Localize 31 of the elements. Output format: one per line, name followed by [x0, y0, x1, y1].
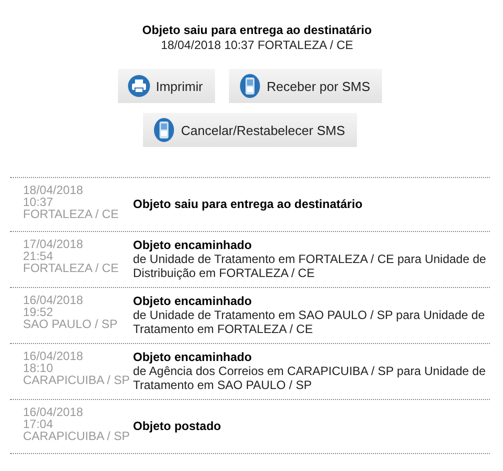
- event-title: Objeto encaminhado: [133, 238, 253, 252]
- sms-button[interactable]: Receber por SMS: [228, 69, 382, 103]
- event-title: Objeto encaminhado: [133, 350, 253, 364]
- event-location: CARAPICUIBA / SP: [23, 374, 131, 386]
- event-title: Objeto saiu para entrega ao destinatário: [133, 197, 362, 211]
- event-detail: de Unidade de Tratamento em SAO PAULO / SP para Unidade de Tratamento em FORTALEZA / CE: [133, 308, 486, 336]
- event-date: 16/04/2018: [23, 350, 84, 362]
- event-date: 17/04/2018: [23, 238, 84, 250]
- event-time: 17:04: [23, 418, 54, 430]
- phone-icon: [152, 118, 175, 142]
- event-time: 18:10: [23, 362, 54, 374]
- event-detail: de Unidade de Tratamento em FORTALEZA / CE para Unidade de Distribuição em FORTALEZA / CE: [133, 252, 488, 280]
- event-detail: de Agência dos Correios em CARAPICUIBA / SP para Unidade de Tratamento em SAO PAULO / SP: [133, 364, 487, 392]
- event-date: 16/04/2018: [23, 406, 84, 418]
- event-time: 10:37: [23, 196, 54, 208]
- status-detail: 18/04/2018 10:37 FORTALEZA / CE: [160, 38, 354, 53]
- event-location: FORTALEZA / CE: [23, 208, 120, 220]
- event-title: Objeto encaminhado: [133, 294, 253, 308]
- event-time: 21:54: [23, 250, 54, 262]
- event-title: Objeto postado: [133, 419, 221, 433]
- event-location: CARAPICUIBA / SP: [23, 430, 131, 442]
- sms-button[interactable]: Cancelar/Restabelecer SMS: [142, 113, 358, 147]
- event-location: FORTALEZA / CE: [23, 262, 120, 274]
- print-button[interactable]: Imprimir: [118, 69, 215, 103]
- printer-icon: [128, 75, 150, 97]
- event-location: SAO PAULO / SP: [23, 318, 118, 330]
- event-date: 16/04/2018: [23, 294, 84, 306]
- event-date: 18/04/2018: [23, 184, 84, 196]
- status-title: Objeto saiu para entrega ao destinatário: [142, 23, 372, 38]
- event-time: 19:52: [23, 306, 54, 318]
- phone-icon: [238, 74, 261, 98]
